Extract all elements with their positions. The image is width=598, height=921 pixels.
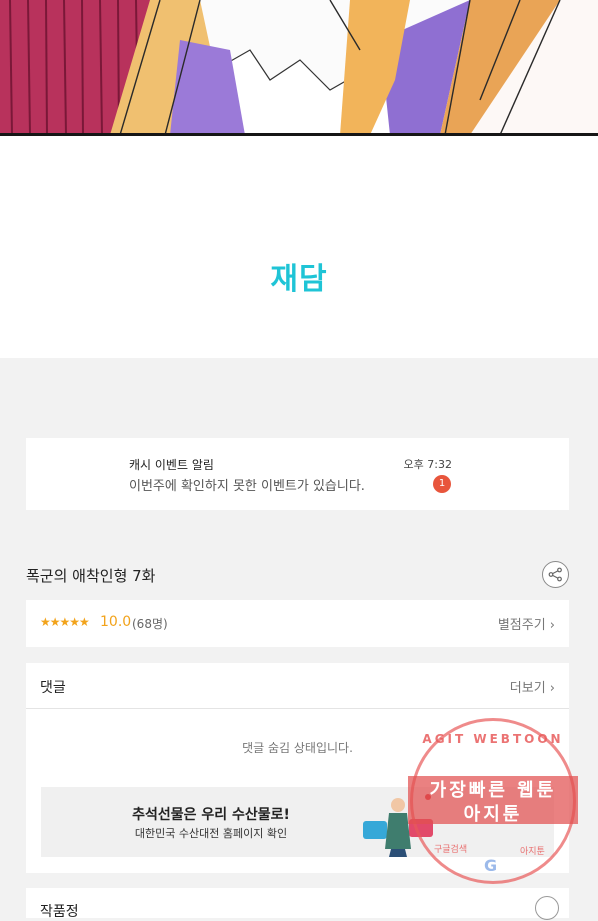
series-info-title: 작품정 bbox=[40, 904, 79, 920]
rating-count: (68명) bbox=[132, 617, 168, 631]
logo-band bbox=[0, 136, 598, 358]
google-icon: G bbox=[484, 856, 498, 875]
watermark-line1: 가장빠른 웹툰 bbox=[429, 780, 557, 801]
series-info-card: 작품정 bbox=[26, 888, 569, 920]
unread-badge: 1 bbox=[433, 475, 451, 493]
rate-button[interactable]: 별점주기 › bbox=[498, 614, 555, 633]
rating-score: 10.0 bbox=[100, 614, 132, 630]
watermark-line2: 아지툰 bbox=[463, 804, 523, 825]
watermark-stamp: AGIT WEBTOON 가장빠른 웹툰 아지툰 구글검색 아지툰 G bbox=[408, 716, 578, 886]
ad-title: 추석선물은 우리 수산물로! bbox=[132, 807, 290, 823]
comments-title: 댓글 bbox=[40, 680, 66, 696]
notification-text: 이번주에 확인하지 못한 이벤트가 있습니다. bbox=[129, 479, 365, 494]
notification-title: 캐시 이벤트 알림 bbox=[129, 458, 214, 472]
notification-time: 오후 7:32 bbox=[403, 458, 452, 471]
ad-subtitle: 대한민국 수산대전 홈페이지 확인 bbox=[134, 827, 288, 840]
watermark-bottom-right: 아지툰 bbox=[520, 847, 545, 857]
watermark-top-text: AGIT WEBTOON bbox=[422, 732, 564, 746]
rating-card: ★★★★★ 10.0 (68명) 별점주기 › bbox=[26, 600, 569, 647]
share-icon bbox=[548, 567, 562, 582]
divider bbox=[26, 708, 569, 709]
watermark-bottom-left: 구글검색 bbox=[434, 845, 468, 855]
rating-stars: ★★★★★ bbox=[40, 615, 90, 629]
comments-more-button[interactable]: 더보기 › bbox=[510, 677, 555, 696]
comic-panel bbox=[0, 0, 598, 135]
episode-title: 폭군의 애착인형 7화 bbox=[26, 567, 156, 585]
share-button[interactable] bbox=[542, 561, 569, 588]
event-notification[interactable]: 캐시 이벤트 알림 이번주에 확인하지 못한 이벤트가 있습니다. 오후 7:3… bbox=[26, 438, 569, 510]
publisher-logo: 재담 bbox=[270, 262, 328, 297]
info-toggle-icon[interactable] bbox=[535, 896, 559, 920]
